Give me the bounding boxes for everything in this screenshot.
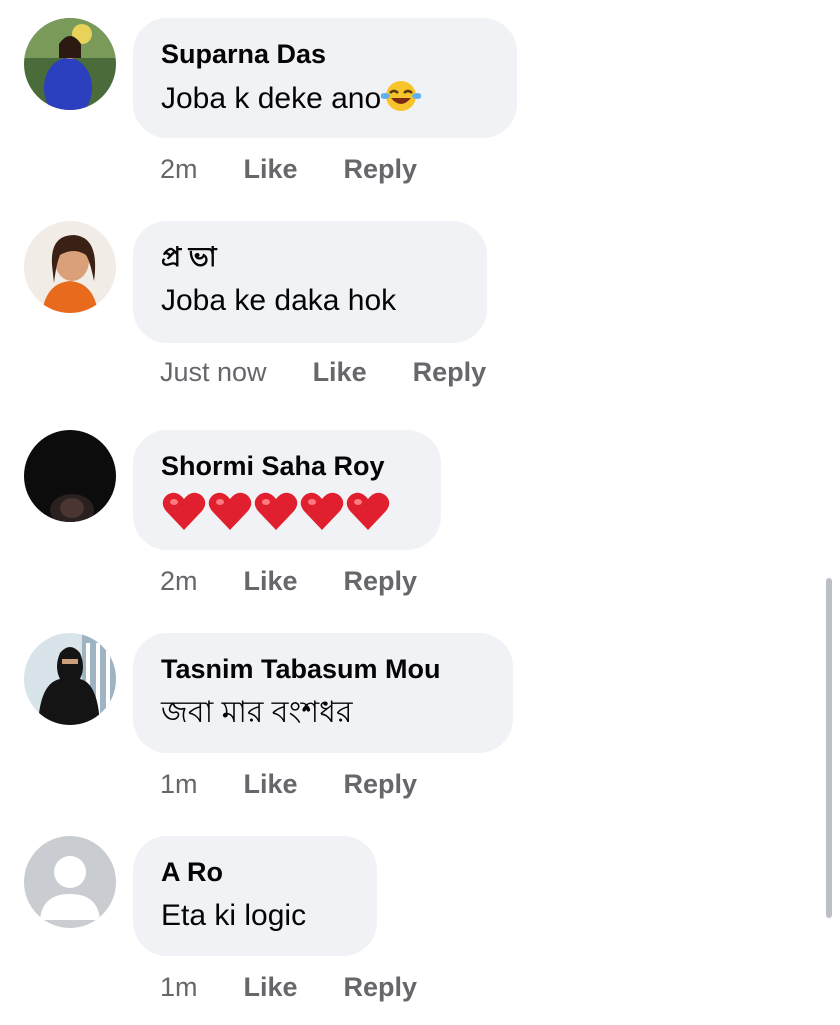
- reply-button[interactable]: Reply: [344, 970, 418, 1004]
- avatar[interactable]: [24, 221, 116, 313]
- comment-time[interactable]: 1m: [160, 767, 198, 801]
- comment-bubble: A Ro Eta ki logic: [133, 836, 377, 956]
- avatar[interactable]: [24, 18, 116, 110]
- like-button[interactable]: Like: [244, 970, 298, 1004]
- like-button[interactable]: Like: [313, 355, 367, 389]
- comment-time[interactable]: 2m: [160, 564, 198, 598]
- comment-author[interactable]: প্র ভা: [161, 241, 459, 273]
- comment-actions: 1m Like Reply: [160, 970, 417, 1004]
- comment-item: প্র ভা Joba ke daka hok Just now Like Repl…: [0, 203, 800, 408]
- reply-button[interactable]: Reply: [344, 767, 418, 801]
- comment-item: Shormi Saha Roy 2m Like Reply: [0, 412, 800, 617]
- avatar[interactable]: [24, 430, 116, 522]
- heart-emoji-row: [161, 490, 413, 534]
- comment-bubble: Suparna Das Joba k deke ano: [133, 18, 517, 138]
- comment-item: Suparna Das Joba k deke ano 2m Like Reply: [0, 0, 800, 205]
- comment-author[interactable]: A Ro: [161, 856, 349, 888]
- like-button[interactable]: Like: [244, 152, 298, 186]
- profile-photo-icon: [24, 633, 116, 725]
- comment-actions: 1m Like Reply: [160, 767, 417, 801]
- comment-author[interactable]: Shormi Saha Roy: [161, 450, 413, 482]
- profile-photo-icon: [24, 18, 116, 110]
- like-button[interactable]: Like: [244, 767, 298, 801]
- comment-bubble: প্র ভা Joba ke daka hok: [133, 221, 487, 343]
- default-avatar-icon: [24, 836, 116, 928]
- profile-photo-icon: [24, 430, 116, 522]
- comment-actions: 2m Like Reply: [160, 152, 417, 186]
- reply-button[interactable]: Reply: [344, 152, 418, 186]
- comment-actions: Just now Like Reply: [160, 355, 486, 389]
- comment-text: জবা মার বংশধর: [161, 696, 353, 729]
- comment-bubble: Tasnim Tabasum Mou জবা মার বংশধর: [133, 633, 513, 753]
- comment-item: Tasnim Tabasum Mou জবা মার বংশধর 1m Like R…: [0, 615, 800, 820]
- comment-actions: 2m Like Reply: [160, 564, 417, 598]
- profile-photo-icon: [24, 221, 116, 313]
- red-heart-icon: [254, 492, 298, 530]
- comment-text: Joba ke daka hok: [161, 284, 397, 317]
- avatar[interactable]: [24, 633, 116, 725]
- like-button[interactable]: Like: [244, 564, 298, 598]
- comment-text: Eta ki logic: [161, 899, 307, 932]
- reply-button[interactable]: Reply: [413, 355, 487, 389]
- comment-bubble: Shormi Saha Roy: [133, 430, 441, 550]
- comment-author[interactable]: Suparna Das: [161, 38, 489, 70]
- comment-time[interactable]: 1m: [160, 970, 198, 1004]
- comment-time[interactable]: 2m: [160, 152, 198, 186]
- laughing-crying-emoji-icon: [381, 81, 422, 111]
- comment-author[interactable]: Tasnim Tabasum Mou: [161, 653, 485, 685]
- comment-item: A Ro Eta ki logic 1m Like Reply: [0, 818, 800, 1025]
- red-heart-icon: [300, 492, 344, 530]
- comment-text-content: Joba k deke ano: [161, 82, 382, 115]
- scrollbar[interactable]: [826, 578, 832, 918]
- avatar[interactable]: [24, 836, 116, 928]
- red-heart-icon: [208, 492, 252, 530]
- reply-button[interactable]: Reply: [344, 564, 418, 598]
- red-heart-icon: [162, 492, 206, 530]
- red-heart-icon: [346, 492, 390, 530]
- comment-text: Joba k deke ano: [161, 78, 489, 119]
- comment-time[interactable]: Just now: [160, 355, 267, 389]
